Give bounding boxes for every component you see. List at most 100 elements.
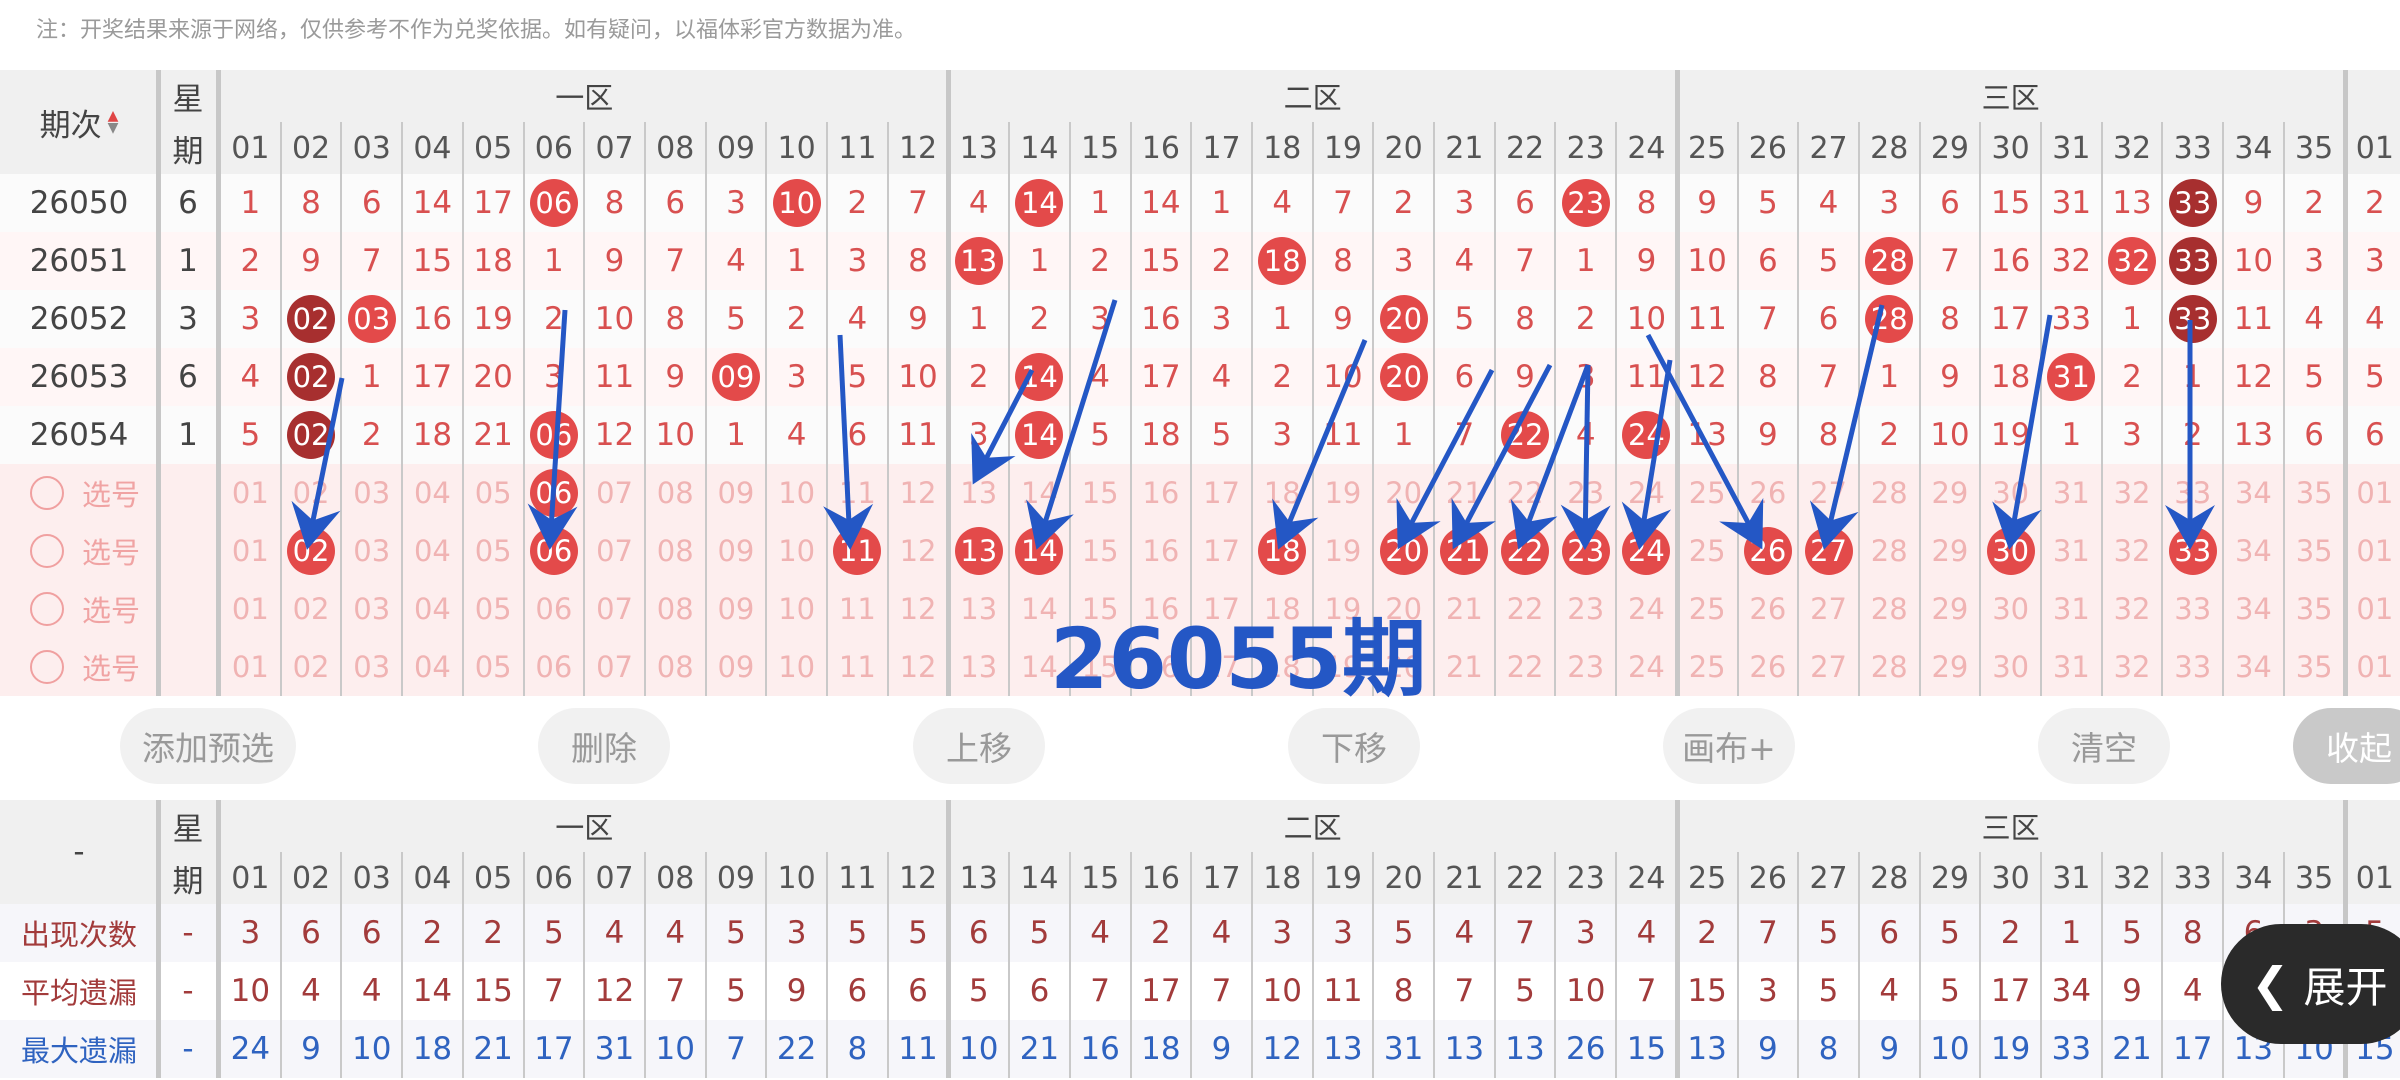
stats-cell[interactable]: 4 — [584, 904, 645, 962]
table-cell[interactable]: 9 — [1677, 174, 1738, 232]
table-cell[interactable]: 2 — [766, 290, 827, 348]
pick-number[interactable]: 33 — [2162, 464, 2223, 522]
radio-circle-icon[interactable] — [30, 476, 64, 510]
pick-number[interactable]: 35 — [2284, 464, 2345, 522]
number-header[interactable]: 19 — [1313, 852, 1374, 904]
pick-number[interactable]: 19 — [1313, 522, 1374, 580]
table-cell[interactable]: 02 — [281, 406, 342, 464]
clear-button[interactable]: 清空 — [2038, 708, 2170, 784]
table-cell[interactable]: 13 — [2102, 174, 2163, 232]
table-cell[interactable]: 3 — [1434, 174, 1495, 232]
table-cell[interactable]: 31 — [2041, 348, 2102, 406]
stats-cell[interactable]: 2 — [463, 904, 524, 962]
number-header[interactable]: 15 — [1070, 122, 1131, 174]
table-cell[interactable]: 3 — [1191, 290, 1252, 348]
stats-cell[interactable]: 21 — [463, 1020, 524, 1078]
table-cell[interactable]: 33 — [2162, 290, 2223, 348]
pick-number[interactable]: 07 — [584, 464, 645, 522]
pick-number[interactable]: 11 — [827, 464, 888, 522]
pick-number[interactable]: 26 — [1738, 580, 1799, 638]
table-cell[interactable]: 4 — [948, 174, 1009, 232]
stats-cell[interactable]: 34 — [2041, 962, 2102, 1020]
number-header[interactable]: 04 — [402, 852, 463, 904]
pick-number[interactable]: 12 — [888, 638, 949, 696]
number-header[interactable]: 23 — [1555, 122, 1616, 174]
pick-number[interactable]: 23 — [1555, 580, 1616, 638]
table-cell[interactable]: 2 — [1070, 232, 1131, 290]
pick-number[interactable]: 08 — [645, 638, 706, 696]
table-cell[interactable]: 09 — [706, 348, 767, 406]
stats-cell[interactable]: 31 — [584, 1020, 645, 1078]
number-header[interactable]: 32 — [2102, 852, 2163, 904]
number-header[interactable]: 28 — [1859, 122, 1920, 174]
table-cell[interactable]: 13 — [1677, 406, 1738, 464]
table-cell[interactable]: 2 — [220, 232, 281, 290]
number-header[interactable]: 04 — [402, 122, 463, 174]
pick-number[interactable]: 25 — [1677, 580, 1738, 638]
pick-number[interactable]: 12 — [888, 464, 949, 522]
pick-number[interactable]: 22 — [1495, 580, 1556, 638]
pick-number[interactable]: 05 — [463, 464, 524, 522]
stats-cell[interactable]: 10 — [645, 1020, 706, 1078]
zone-header[interactable]: 三区 — [1677, 800, 2345, 852]
table-cell[interactable]: 7 — [1920, 232, 1981, 290]
pick-number[interactable]: 23 — [1555, 638, 1616, 696]
stats-cell[interactable]: 7 — [1495, 904, 1556, 962]
table-cell[interactable]: 9 — [584, 232, 645, 290]
stats-cell[interactable]: 2 — [1980, 904, 2041, 962]
table-cell[interactable]: 18 — [1131, 406, 1192, 464]
table-cell[interactable]: 1 — [1070, 174, 1131, 232]
pick-number[interactable]: 01 — [2345, 464, 2400, 522]
number-header[interactable]: 25 — [1677, 852, 1738, 904]
stats-cell[interactable]: 9 — [1738, 1020, 1799, 1078]
number-header[interactable]: 18 — [1252, 852, 1313, 904]
table-cell[interactable]: 7 — [1434, 406, 1495, 464]
stats-cell[interactable]: 10 — [1920, 1020, 1981, 1078]
stats-row-label[interactable]: 最大遗漏 — [0, 1020, 158, 1078]
pick-number[interactable]: 19 — [1313, 464, 1374, 522]
table-cell[interactable]: 8 — [1495, 290, 1556, 348]
table-cell[interactable]: 18 — [402, 406, 463, 464]
number-header[interactable]: 27 — [1798, 122, 1859, 174]
pick-number[interactable]: 35 — [2284, 580, 2345, 638]
table-cell[interactable]: 2 — [524, 290, 585, 348]
table-cell[interactable]: 28 — [1859, 290, 1920, 348]
pick-number[interactable]: 07 — [584, 580, 645, 638]
stats-cell[interactable]: 7 — [1070, 962, 1131, 1020]
table-cell[interactable]: 1 — [220, 174, 281, 232]
table-cell[interactable]: 06 — [524, 174, 585, 232]
table-cell[interactable]: 4 — [220, 348, 281, 406]
stats-cell[interactable]: 7 — [645, 962, 706, 1020]
table-cell[interactable]: 20 — [1373, 348, 1434, 406]
stats-cell[interactable]: 6 — [281, 904, 342, 962]
table-cell[interactable]: 6 — [1738, 232, 1799, 290]
weekday-value[interactable]: 3 — [158, 290, 218, 348]
stats-cell[interactable]: 17 — [524, 1020, 585, 1078]
pick-number[interactable]: 18 — [1252, 464, 1313, 522]
stats-cell[interactable]: 7 — [1738, 904, 1799, 962]
pick-number[interactable]: 13 — [948, 580, 1009, 638]
pick-number[interactable]: 10 — [766, 522, 827, 580]
pick-number[interactable]: 22 — [1495, 464, 1556, 522]
zone-header[interactable]: 二区 — [948, 800, 1676, 852]
pick-number[interactable]: 16 — [1131, 522, 1192, 580]
number-header[interactable]: 13 — [948, 852, 1009, 904]
pick-number[interactable]: 07 — [584, 522, 645, 580]
pick-number[interactable]: 32 — [2102, 580, 2163, 638]
table-cell[interactable]: 12 — [2223, 348, 2284, 406]
table-cell[interactable]: 11 — [1677, 290, 1738, 348]
table-cell[interactable]: 3 — [948, 406, 1009, 464]
stats-cell[interactable]: 15 — [463, 962, 524, 1020]
table-cell[interactable]: 3 — [220, 290, 281, 348]
table-cell[interactable]: 8 — [888, 232, 949, 290]
stats-cell[interactable]: 5 — [2102, 904, 2163, 962]
stats-cell[interactable]: 4 — [645, 904, 706, 962]
pick-number[interactable]: 01 — [2345, 522, 2400, 580]
pick-number[interactable]: 20 — [1373, 522, 1434, 580]
table-cell[interactable]: 8 — [1738, 348, 1799, 406]
stats-cell[interactable]: 22 — [766, 1020, 827, 1078]
table-cell[interactable]: 1 — [2102, 290, 2163, 348]
table-cell[interactable]: 11 — [584, 348, 645, 406]
stats-cell[interactable]: 7 — [1434, 962, 1495, 1020]
table-cell[interactable]: 14 — [1009, 348, 1070, 406]
